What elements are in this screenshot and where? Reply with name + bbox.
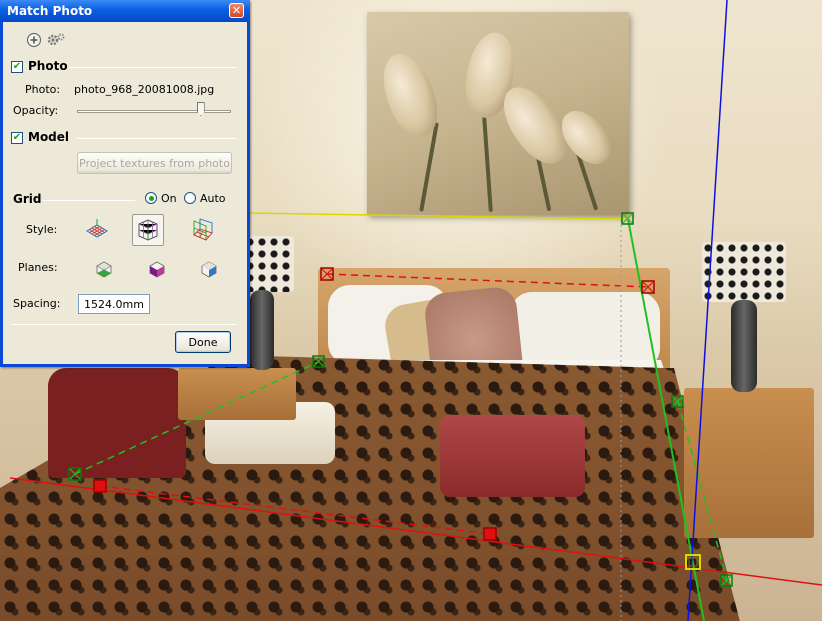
red-grip-lower-right[interactable]: [483, 527, 497, 541]
model-section-label: Model: [28, 130, 70, 144]
red-grip-lower-left[interactable]: [93, 479, 107, 493]
section-divider: [43, 200, 135, 201]
grid-style-1-button[interactable]: [81, 214, 113, 246]
green-grip-corner-left[interactable]: [68, 467, 82, 481]
close-icon[interactable]: ✕: [229, 3, 244, 18]
section-divider: [69, 67, 237, 68]
photo-checkbox[interactable]: ✔: [11, 61, 23, 73]
plane-xy-icon[interactable]: [95, 260, 113, 278]
grid-style-3-icon: [193, 218, 213, 241]
opacity-slider-thumb[interactable]: [196, 102, 205, 116]
grid-planes-label: Planes:: [18, 261, 58, 274]
horizon-line[interactable]: [249, 212, 629, 220]
section-divider: [77, 138, 237, 139]
grid-style-2-button[interactable]: [132, 214, 164, 246]
grid-on-radio[interactable]: [145, 192, 157, 204]
photo-section-label: Photo: [28, 59, 68, 73]
gear-icon[interactable]: [46, 32, 66, 48]
match-photo-dialog: Match Photo ✕ ✔ Photo Photo: photo_968_2…: [0, 0, 250, 367]
red-perspective-bar-lower[interactable]: [99, 485, 491, 535]
grid-auto-label: Auto: [200, 192, 226, 205]
dialog-title: Match Photo: [7, 4, 93, 18]
grid-auto-radio[interactable]: [184, 192, 196, 204]
green-grip-bed-left[interactable]: [312, 355, 325, 368]
grid-spacing-input[interactable]: 1524.0mm: [78, 294, 150, 314]
plane-yz-icon[interactable]: [200, 260, 218, 278]
grid-style-2-icon: [138, 219, 158, 241]
model-checkbox[interactable]: ✔: [11, 132, 23, 144]
green-perspective-bar-left[interactable]: [74, 361, 319, 475]
plane-xz-icon[interactable]: [148, 260, 166, 278]
photo-file-label: Photo:: [25, 83, 61, 96]
grid-on-label: On: [161, 192, 177, 205]
red-perspective-bar-upper[interactable]: [326, 273, 649, 288]
opacity-slider-track[interactable]: [77, 110, 231, 113]
green-grip-right-upper[interactable]: [671, 395, 684, 408]
grid-style-label: Style:: [26, 223, 58, 236]
grid-section-label: Grid: [13, 192, 42, 206]
done-button[interactable]: Done: [175, 331, 231, 353]
grid-spacing-label: Spacing:: [13, 297, 61, 310]
blue-axis-line[interactable]: [687, 0, 728, 621]
green-perspective-bar-right[interactable]: [677, 401, 728, 581]
grid-style-3-button[interactable]: [185, 214, 217, 246]
photo-file-name: photo_968_20081008.jpg: [74, 83, 215, 96]
add-photo-icon[interactable]: [26, 32, 42, 48]
opacity-label: Opacity:: [13, 104, 59, 117]
section-divider: [11, 324, 237, 325]
grid-style-1-icon: [86, 219, 108, 238]
dialog-titlebar[interactable]: Match Photo ✕: [0, 0, 250, 22]
project-textures-button[interactable]: Project textures from photo: [77, 152, 232, 174]
